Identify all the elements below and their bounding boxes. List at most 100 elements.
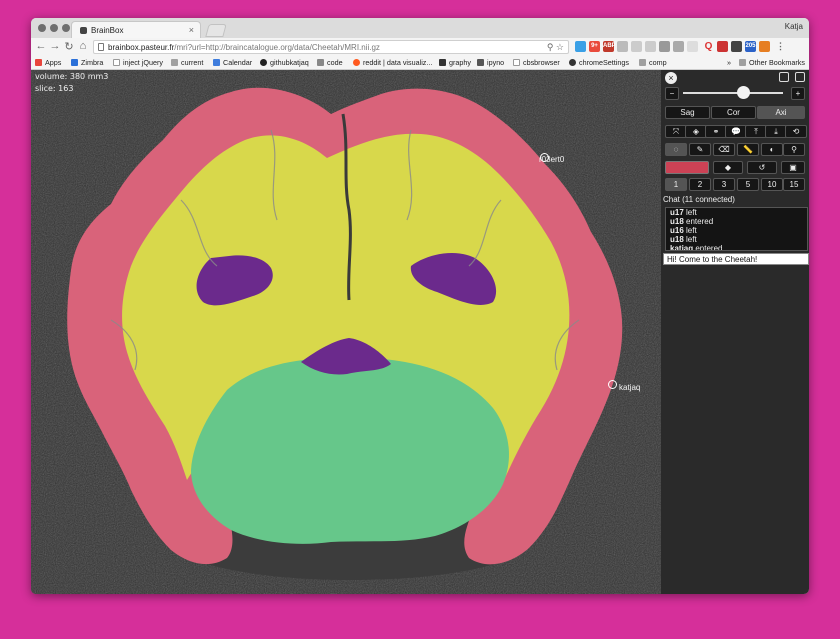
profile-name[interactable]: Katja	[785, 22, 803, 31]
extension-arrow-icon[interactable]	[687, 41, 698, 52]
doc-icon	[317, 59, 324, 66]
extension-generic-icon[interactable]	[617, 41, 628, 52]
bookmark-apps[interactable]: Apps	[35, 58, 61, 67]
bookmark-zimbra[interactable]: Zimbra	[71, 58, 103, 67]
brush-size-2[interactable]: 2	[689, 178, 711, 191]
contrast-icon[interactable]: ◐	[761, 143, 783, 156]
link-icon[interactable]: ⚭	[705, 125, 727, 138]
save-icon[interactable]: ▣	[781, 161, 805, 174]
bookmark-ipyno[interactable]: ipyno	[477, 58, 504, 67]
bookmark-inject-jquery[interactable]: inject jQuery	[113, 58, 163, 67]
bookmark-current[interactable]: current	[171, 58, 203, 67]
menu-dots-icon[interactable]: ⋮	[775, 41, 786, 52]
brush-size-5[interactable]: 5	[737, 178, 759, 191]
gear-icon	[569, 59, 576, 66]
zoom-window-button[interactable]	[62, 24, 70, 32]
minimize-window-button[interactable]	[50, 24, 58, 32]
view-sagittal-button[interactable]: Sag	[665, 106, 710, 119]
view-axial-button[interactable]: Axi	[757, 106, 805, 119]
extension-generic-icon-5[interactable]	[673, 41, 684, 52]
bookmark-reddit[interactable]: reddit | data visualiz...	[353, 58, 432, 67]
brush-size-10[interactable]: 10	[761, 178, 783, 191]
redo-icon[interactable]: ↺	[747, 161, 777, 174]
other-bookmarks[interactable]: Other Bookmarks	[739, 58, 805, 67]
brainbox-favicon-icon	[80, 27, 87, 34]
brush-size-15[interactable]: 15	[783, 178, 805, 191]
adblock-icon[interactable]: ABP	[603, 41, 616, 52]
bookmark-star-icon[interactable]: ☆	[556, 42, 564, 52]
download-icon[interactable]: ⤓	[765, 125, 787, 138]
new-tab-button[interactable]	[205, 24, 227, 37]
crosshair-icon[interactable]: ◌	[665, 143, 687, 156]
dock-left-icon[interactable]	[779, 72, 789, 82]
page-info-icon	[98, 43, 104, 51]
zoom-search-icon[interactable]: ⚲	[547, 42, 554, 52]
url-path: /mri?url=http://braincatalogue.org/data/…	[174, 43, 380, 52]
eyedropper-icon[interactable]: ⚲	[783, 143, 805, 156]
extension-orange-icon[interactable]	[759, 41, 770, 52]
undo-circle-icon[interactable]: ⟲	[785, 125, 807, 138]
pocket-icon[interactable]	[731, 41, 742, 52]
bookmark-graphy[interactable]: graphy	[439, 58, 471, 67]
extension-cast-icon[interactable]	[575, 41, 586, 52]
view-coronal-button[interactable]: Cor	[711, 106, 756, 119]
bookmark-code[interactable]: code	[317, 58, 343, 67]
home-icon[interactable]: ⌂	[77, 40, 89, 52]
folder-icon	[171, 59, 178, 66]
bookmark-github[interactable]: githubkatjaq	[260, 58, 309, 67]
extension-badge-icon[interactable]: 9+	[589, 41, 600, 52]
bookmark-chromesettings[interactable]: chromeSettings	[569, 58, 629, 67]
eraser-icon[interactable]: ⌫	[713, 143, 735, 156]
extension-generic-icon-4[interactable]	[659, 41, 670, 52]
zoom-in-button[interactable]: +	[791, 87, 805, 100]
label-color-swatch[interactable]	[665, 161, 709, 174]
bookmark-comp[interactable]: comp	[639, 58, 667, 67]
3d-cube-icon[interactable]: ◈	[685, 125, 707, 138]
close-tab-icon[interactable]: ×	[189, 25, 194, 35]
ipython-icon	[477, 59, 484, 66]
close-panel-icon[interactable]: ×	[665, 72, 677, 84]
slice-slider-track[interactable]	[683, 92, 783, 94]
chat-line: u17 left	[670, 208, 697, 217]
browser-tab[interactable]: BrainBox ×	[71, 21, 201, 38]
apps-icon	[35, 59, 42, 66]
brush-size-3[interactable]: 3	[713, 178, 735, 191]
chat-input[interactable]: Hi! Come to the Cheetah!	[663, 253, 809, 265]
asterisk-icon	[439, 59, 446, 66]
extension-generic-icon-2[interactable]	[631, 41, 642, 52]
fill-icon[interactable]: ◆	[713, 161, 743, 174]
omnibox-actions: ⚲ ☆	[547, 42, 564, 53]
zimbra-icon	[71, 59, 78, 66]
brush-size-1[interactable]: 1	[665, 178, 687, 191]
upload-icon[interactable]: ⤒	[745, 125, 767, 138]
chat-line: u18 left	[670, 235, 697, 244]
dock-right-icon[interactable]	[795, 72, 805, 82]
remote-cursor-label-katjaq: katjaq	[619, 383, 641, 392]
reload-icon[interactable]: ↻	[63, 40, 75, 53]
browser-window: BrainBox × Katja ← → ↻ ⌂ brainbox.pasteu…	[31, 18, 809, 594]
extension-red-icon[interactable]	[717, 41, 728, 52]
extension-count-icon[interactable]: 205	[745, 41, 756, 52]
slice-slider-knob[interactable]	[737, 86, 750, 99]
chat-icon[interactable]: 💬	[725, 125, 747, 138]
bookmarks-overflow-chevron[interactable]: »	[727, 58, 731, 67]
tab-title: BrainBox	[91, 26, 124, 35]
bookmark-cbsbrowser[interactable]: cbsbrowser	[513, 58, 560, 67]
ruler-icon[interactable]: 📏	[737, 143, 759, 156]
forward-arrow-icon[interactable]: →	[49, 40, 61, 52]
close-window-button[interactable]	[38, 24, 46, 32]
address-bar[interactable]: brainbox.pasteur.fr/mri?url=http://brain…	[93, 40, 569, 54]
chat-line: u16 left	[670, 226, 697, 235]
fullscreen-icon[interactable]: ⤧	[665, 125, 687, 138]
calendar-icon	[213, 59, 220, 66]
back-arrow-icon[interactable]: ←	[35, 40, 47, 52]
folder-icon	[639, 59, 646, 66]
extension-generic-icon-3[interactable]	[645, 41, 656, 52]
mri-viewer-canvas[interactable]: volume: 380 mm3 slice: 163 r03ert0 katja…	[31, 70, 661, 594]
bookmark-calendar[interactable]: Calendar	[213, 58, 252, 67]
zoom-out-button[interactable]: −	[665, 87, 679, 100]
browser-toolbar: ← → ↻ ⌂ brainbox.pasteur.fr/mri?url=http…	[31, 38, 809, 56]
quora-icon[interactable]: Q	[703, 41, 714, 52]
pencil-icon[interactable]: ✎	[689, 143, 711, 156]
volume-readout: volume: 380 mm3	[35, 72, 109, 81]
